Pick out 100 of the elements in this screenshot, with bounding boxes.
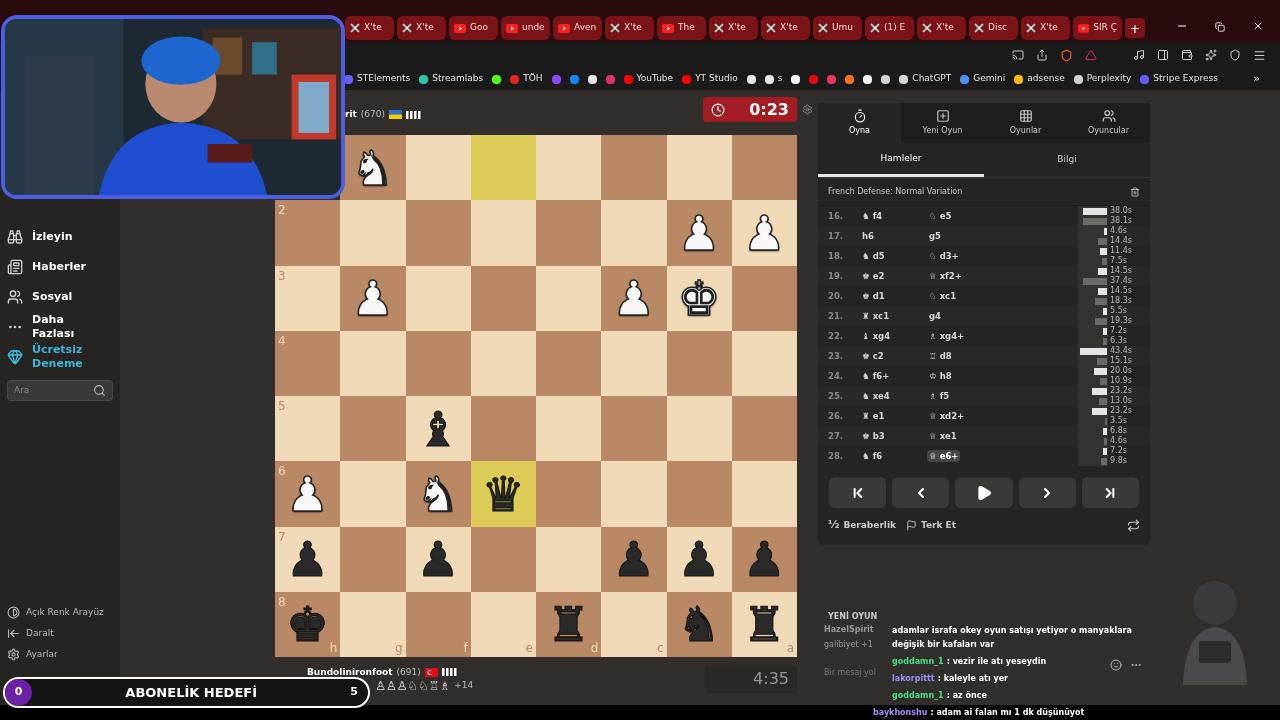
restore-icon[interactable]	[1215, 22, 1225, 32]
bookmark[interactable]: s	[764, 72, 783, 86]
browser-tab[interactable]: Aven	[553, 16, 602, 40]
board-square[interactable]	[536, 526, 602, 592]
board-square[interactable]	[666, 396, 732, 462]
panel-tab[interactable]: Bilgi	[984, 143, 1150, 177]
board-square[interactable]	[470, 526, 536, 592]
chess-piece[interactable]: ♟	[286, 535, 330, 584]
flip-board-icon[interactable]	[1127, 518, 1140, 532]
bookmark[interactable]: Stripe Express	[1140, 72, 1218, 86]
browser-tab[interactable]: X'te	[397, 16, 446, 40]
browser-tab[interactable]: X'te	[605, 16, 654, 40]
wallet-icon[interactable]	[1181, 49, 1193, 61]
browser-tab[interactable]: The	[657, 16, 706, 40]
cast-icon[interactable]	[1012, 49, 1024, 61]
move[interactable]: ♕ e6+	[927, 449, 961, 462]
board-square[interactable]	[731, 265, 797, 331]
sidebar-link[interactable]: Ayarlar	[7, 644, 113, 665]
browser-tab[interactable]: X'te	[1021, 16, 1070, 40]
move[interactable]: ♕ xe1	[927, 429, 959, 442]
more-bookmarks[interactable]: »	[1253, 70, 1280, 88]
bookmark-icon[interactable]	[863, 74, 873, 84]
move[interactable]: ♚ c2	[860, 349, 886, 362]
move[interactable]: g4	[927, 309, 943, 322]
board-square[interactable]	[536, 396, 602, 462]
move[interactable]: ♚ b3	[860, 429, 887, 442]
board-square[interactable]	[470, 330, 536, 396]
board-square[interactable]: ♟	[601, 526, 667, 592]
chess-piece[interactable]: ♚	[286, 600, 330, 649]
move[interactable]: ♝ xg4	[860, 329, 893, 342]
move[interactable]: ♜ e1	[860, 409, 887, 422]
bookmark[interactable]: TÖH	[510, 72, 543, 86]
sidebar-item[interactable]: İzleyin	[7, 222, 113, 252]
move[interactable]: ♞ f4	[860, 209, 885, 222]
bookmark[interactable]: YT Studio	[682, 72, 738, 86]
bookmark[interactable]: adsense	[1014, 72, 1065, 86]
board-square[interactable]	[666, 330, 732, 396]
chess-piece[interactable]: ♟	[742, 535, 786, 584]
chess-piece[interactable]: ♟	[612, 535, 656, 584]
move[interactable]: ♗ xg4+	[927, 329, 967, 342]
board-square[interactable]	[536, 135, 602, 201]
move[interactable]: ♞ d5	[860, 249, 887, 262]
move[interactable]: ♜ xc1	[860, 309, 892, 322]
board-square[interactable]	[536, 265, 602, 331]
browser-tab[interactable]: X'te	[345, 16, 394, 40]
board-square[interactable]	[731, 396, 797, 462]
nav-tab[interactable]: Oyunlar	[984, 103, 1067, 143]
browser-tab[interactable]: (1) E	[865, 16, 914, 40]
move[interactable]: g5	[927, 229, 943, 242]
board-square[interactable]	[405, 265, 471, 331]
browser-tab[interactable]: X'te	[917, 16, 966, 40]
player-name[interactable]: Bundolinironfoot	[307, 665, 393, 679]
bookmark-icon[interactable]	[492, 74, 502, 84]
trash-icon[interactable]	[1130, 186, 1140, 197]
resign-button[interactable]: Terk Et	[906, 518, 957, 532]
board-square[interactable]	[666, 135, 732, 201]
board-square[interactable]	[731, 330, 797, 396]
sidebar-item[interactable]: Haberler	[7, 252, 113, 282]
browser-tab[interactable]: Goo	[449, 16, 498, 40]
move[interactable]: ♔ h8	[927, 369, 954, 382]
board-square[interactable]	[470, 135, 536, 201]
draw-button[interactable]: ½ Beraberlik	[828, 517, 896, 534]
move[interactable]: ♚ d1	[860, 289, 887, 302]
nav-tab[interactable]: Yeni Oyun	[901, 103, 984, 143]
browser-tab[interactable]: Disc	[969, 16, 1018, 40]
bookmark[interactable]: Perplexity	[1073, 72, 1132, 86]
bookmark-icon[interactable]	[746, 74, 756, 84]
move[interactable]: ♞ xe4	[860, 389, 892, 402]
browser-tab[interactable]: SIR Ç	[1073, 16, 1122, 40]
bookmark-icon[interactable]	[845, 74, 855, 84]
music-icon[interactable]	[1133, 49, 1145, 61]
chess-piece[interactable]: ♛	[481, 469, 525, 518]
close-icon[interactable]	[1252, 20, 1264, 32]
bookmark[interactable]: Gemini	[960, 72, 1006, 86]
bookmark[interactable]: ChatGPT	[899, 72, 952, 86]
chess-piece[interactable]: ♝	[416, 404, 460, 453]
shield-icon[interactable]	[1060, 48, 1073, 62]
board-square[interactable]	[470, 265, 536, 331]
board-square[interactable]: ♟	[666, 526, 732, 592]
move[interactable]: ♖ d8	[927, 349, 954, 362]
move[interactable]: ♘ d3+	[927, 249, 961, 262]
bookmark-icon[interactable]	[791, 74, 801, 84]
move-nav-button[interactable]	[829, 477, 887, 508]
board-square[interactable]: ♛	[470, 461, 536, 527]
move[interactable]: ♚ e2	[860, 269, 887, 282]
board-square[interactable]: ♞	[666, 591, 732, 657]
browser-tab[interactable]: X'te	[709, 16, 758, 40]
menu-icon[interactable]	[1253, 48, 1266, 62]
chess-piece[interactable]: ♟	[677, 535, 721, 584]
bookmark[interactable]: YouTube	[623, 72, 674, 86]
move[interactable]: ♗ f5	[927, 389, 952, 402]
move[interactable]: ♕ xd2+	[927, 409, 967, 422]
board-square[interactable]	[405, 330, 471, 396]
chess-piece[interactable]: ♜	[742, 600, 786, 649]
move[interactable]: ♕ xf2+	[927, 269, 964, 282]
new-tab-button[interactable]: +	[1125, 18, 1145, 38]
emoji-icon[interactable]	[1110, 659, 1122, 671]
bookmark-icon[interactable]	[587, 74, 597, 84]
board-square[interactable]	[405, 135, 471, 201]
sidebar-link[interactable]: Açık Renk Arayüz	[7, 602, 113, 623]
